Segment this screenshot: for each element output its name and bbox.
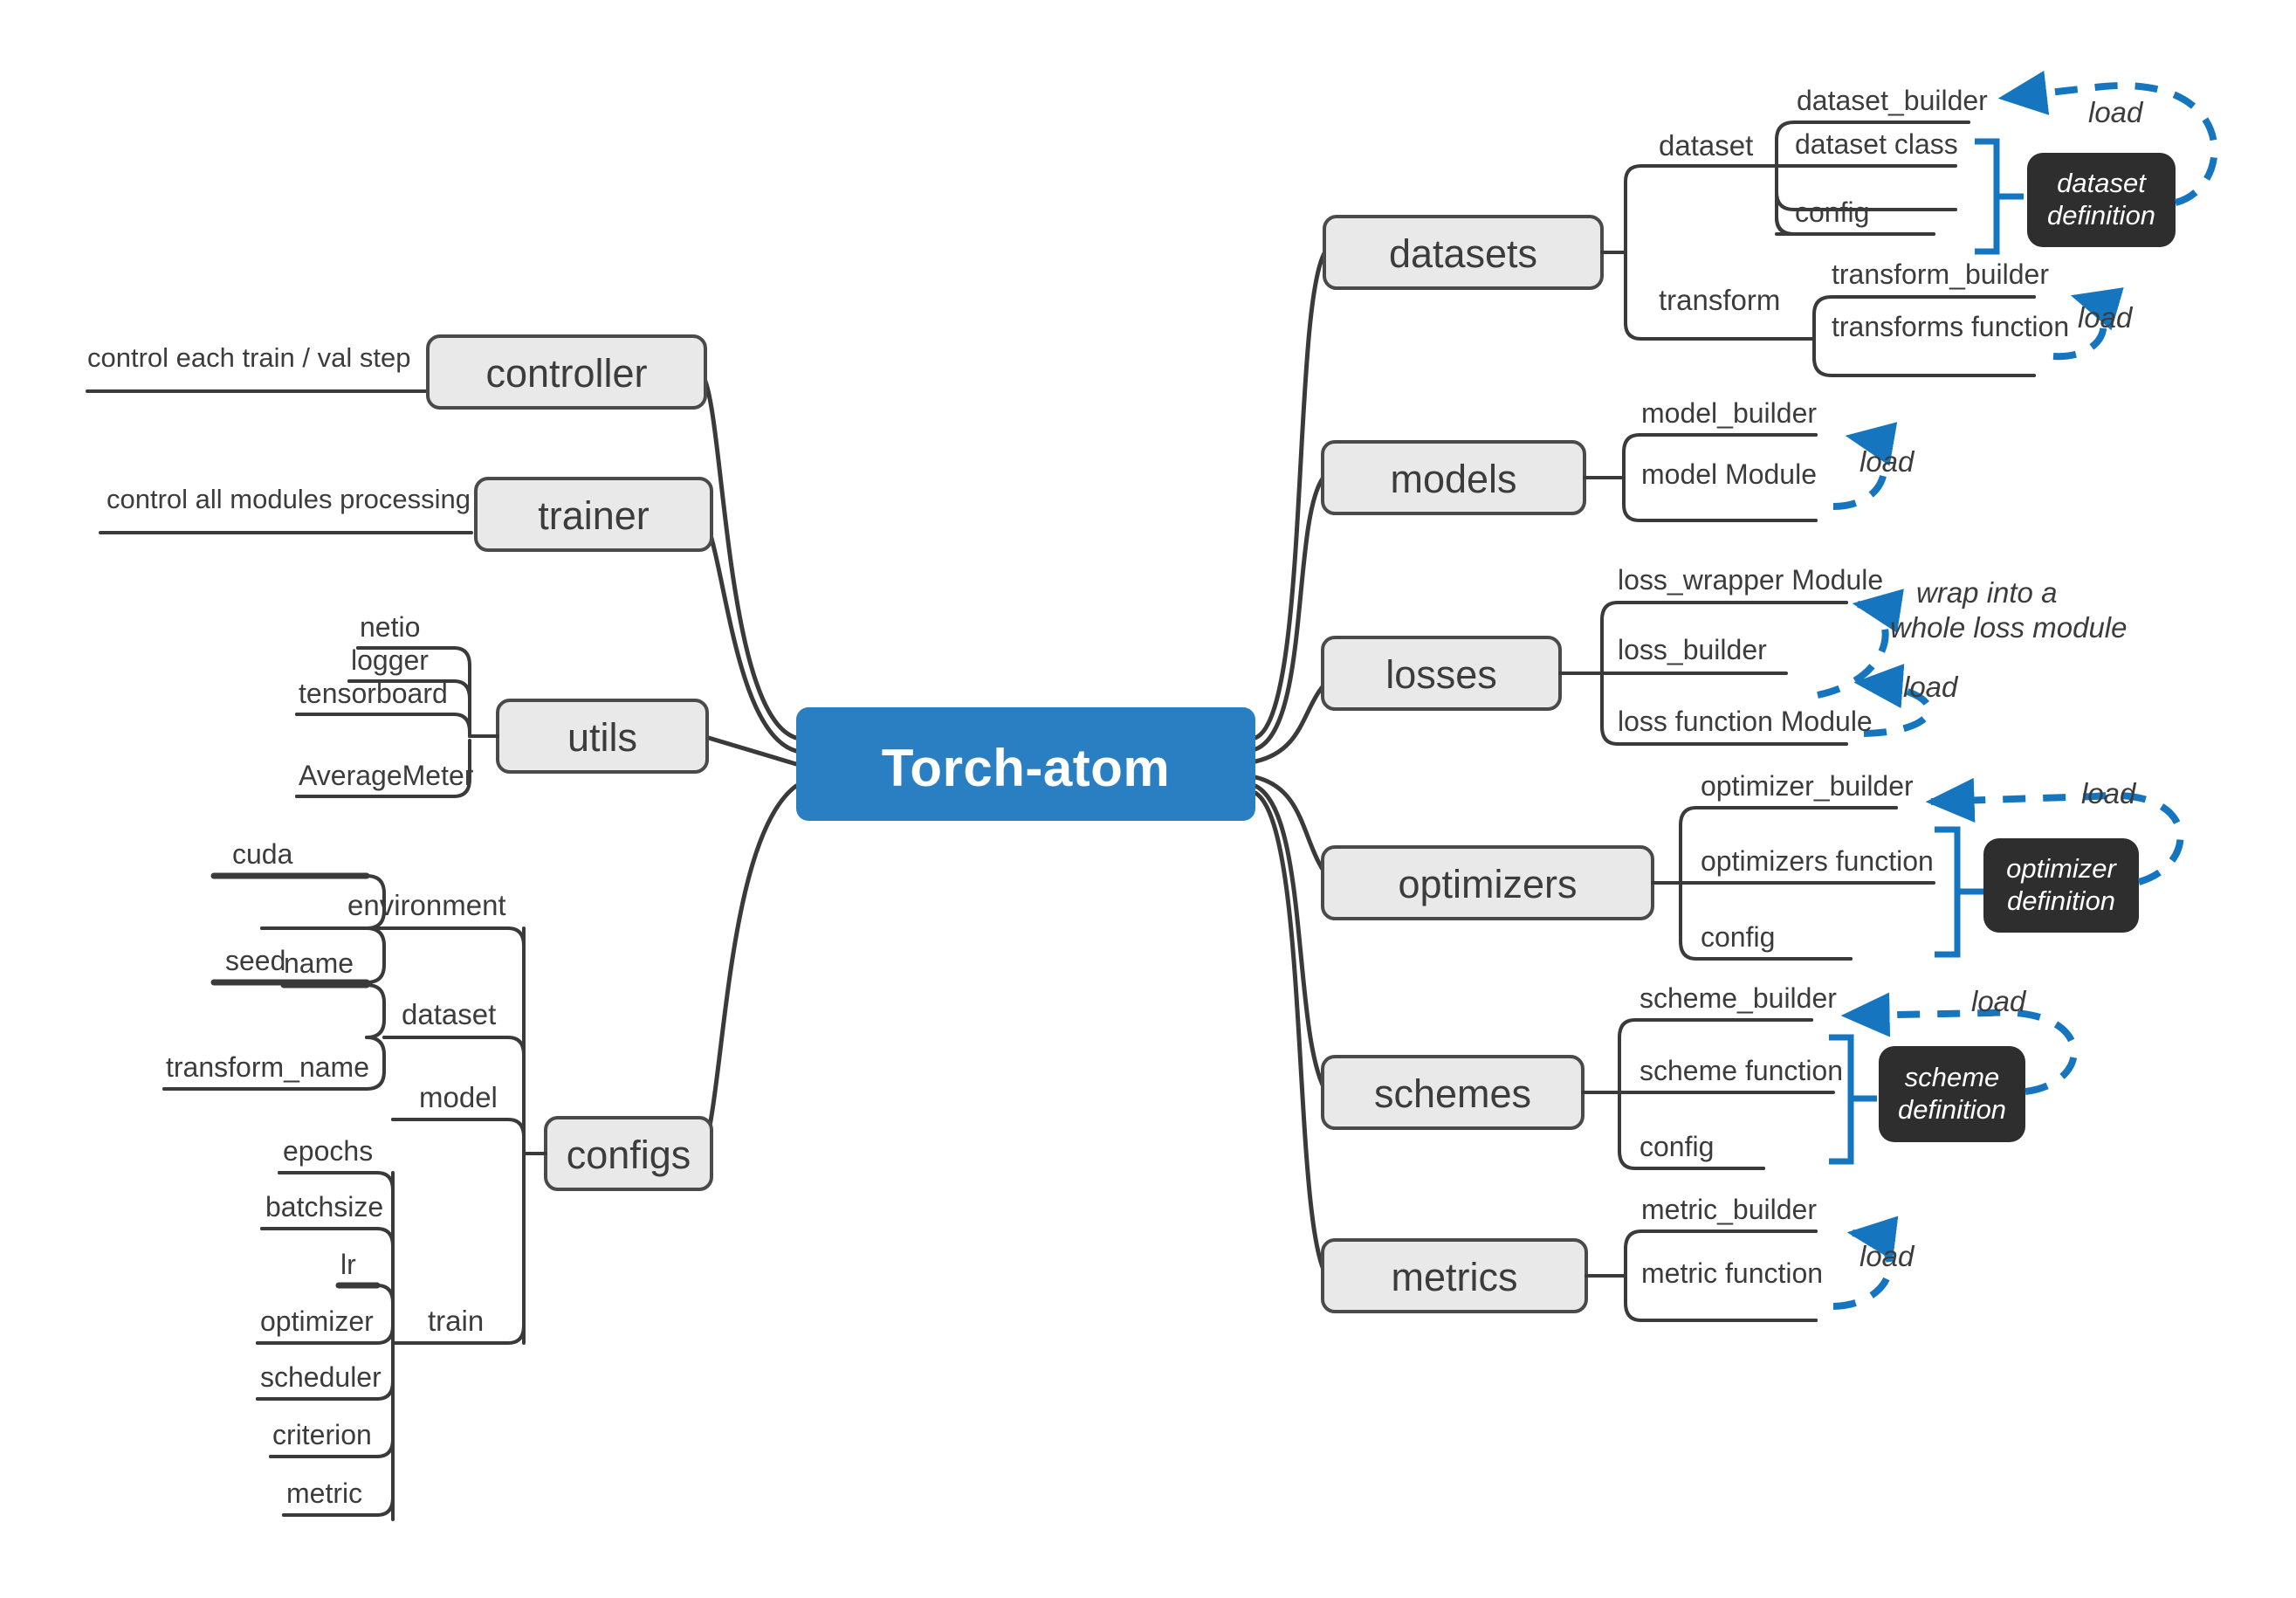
datasets-dataset-class[interactable]: dataset class bbox=[1795, 128, 1958, 161]
trainer-note: control all modules processing bbox=[107, 484, 471, 514]
node-metrics-label[interactable]: metrics bbox=[1323, 1255, 1586, 1300]
edge-configs-environment bbox=[260, 926, 526, 947]
controller-note: control each train / val step bbox=[87, 342, 411, 373]
wrap-label-line1: wrap into a bbox=[1916, 576, 2058, 609]
configs-train-optimizer[interactable]: optimizer bbox=[260, 1305, 374, 1338]
edge-configs-model bbox=[391, 1118, 526, 1139]
schemes-config[interactable]: config bbox=[1640, 1131, 1714, 1163]
configs-group-dataset[interactable]: dataset bbox=[402, 998, 496, 1031]
node-schemes-label[interactable]: schemes bbox=[1323, 1071, 1583, 1117]
edge-center-trainer bbox=[700, 513, 799, 754]
scheme-definition-label: scheme definition bbox=[1897, 1062, 2007, 1125]
configs-dataset-transform-name[interactable]: transform_name bbox=[166, 1051, 369, 1084]
losses-loss-wrapper[interactable]: loss_wrapper Module bbox=[1618, 564, 1883, 596]
load-label-scheme: load bbox=[1971, 985, 2026, 1017]
configs-train-scheduler[interactable]: scheduler bbox=[260, 1361, 382, 1394]
edge-utils-tensorboard bbox=[295, 713, 471, 738]
optimizers-config[interactable]: config bbox=[1701, 921, 1775, 954]
dataset-definition-label: dataset definition bbox=[2046, 168, 2156, 231]
blue-bracket-optimizer bbox=[1935, 826, 1961, 958]
edge-center-utils bbox=[700, 734, 799, 767]
models-model-builder[interactable]: model_builder bbox=[1641, 397, 1817, 430]
edge-configs-dataset bbox=[382, 1036, 526, 1057]
optimizer-definition-label: optimizer definition bbox=[2006, 853, 2116, 916]
configs-train-batchsize[interactable]: batchsize bbox=[265, 1191, 383, 1223]
load-label-loss: load bbox=[1903, 671, 1958, 703]
configs-env-seed[interactable]: seed bbox=[225, 945, 285, 977]
edge-train-epochs bbox=[278, 1171, 395, 1192]
node-utils-label[interactable]: utils bbox=[498, 715, 707, 761]
datasets-spine bbox=[1624, 164, 1643, 341]
connector-layer bbox=[86, 70, 2218, 1521]
load-label-dataset: load bbox=[2088, 96, 2143, 128]
node-controller-label[interactable]: controller bbox=[428, 351, 705, 396]
configs-train-criterion[interactable]: criterion bbox=[272, 1419, 372, 1451]
utils-child-netio[interactable]: netio bbox=[360, 611, 420, 644]
load-label-optimizer: load bbox=[2081, 777, 2136, 809]
load-label-model: load bbox=[1859, 445, 1914, 478]
blue-bracket-dataset bbox=[1975, 138, 2000, 255]
datasets-dataset-config[interactable]: config bbox=[1795, 196, 1869, 229]
optimizers-optimizers-function[interactable]: optimizers function bbox=[1701, 845, 1934, 878]
metrics-metric-builder[interactable]: metric_builder bbox=[1641, 1194, 1817, 1226]
utils-child-averagemeter[interactable]: AverageMeter bbox=[299, 760, 473, 792]
wrap-label-line2: whole loss module bbox=[1890, 611, 2128, 644]
node-trainer-label[interactable]: trainer bbox=[476, 493, 711, 539]
node-datasets-label[interactable]: datasets bbox=[1324, 231, 1602, 277]
utils-child-logger[interactable]: logger bbox=[351, 644, 429, 677]
node-configs-label[interactable]: configs bbox=[546, 1133, 711, 1178]
losses-loss-function[interactable]: loss function Module bbox=[1618, 706, 1873, 738]
models-model-module[interactable]: model Module bbox=[1641, 458, 1817, 491]
schemes-scheme-builder[interactable]: scheme_builder bbox=[1640, 982, 1837, 1015]
mindmap-canvas: Torch-atom control each train / val step… bbox=[0, 0, 2296, 1598]
schemes-scheme-function[interactable]: scheme function bbox=[1640, 1055, 1843, 1087]
configs-group-train[interactable]: train bbox=[428, 1305, 484, 1338]
utils-child-tensorboard[interactable]: tensorboard bbox=[299, 678, 448, 710]
node-losses-label[interactable]: losses bbox=[1323, 652, 1560, 698]
datasets-transforms-function[interactable]: transforms function bbox=[1832, 311, 2069, 343]
edge-train-batchsize bbox=[260, 1227, 395, 1248]
node-optimizers-label[interactable]: optimizers bbox=[1323, 862, 1653, 907]
configs-group-environment[interactable]: environment bbox=[347, 889, 506, 922]
load-label-metric: load bbox=[1859, 1240, 1914, 1272]
configs-train-lr[interactable]: lr bbox=[340, 1249, 356, 1281]
node-models-label[interactable]: models bbox=[1323, 457, 1585, 502]
edge-ds-bracket-top bbox=[282, 983, 386, 1039]
configs-train-metric[interactable]: metric bbox=[286, 1477, 362, 1510]
configs-env-cuda[interactable]: cuda bbox=[232, 838, 292, 871]
edge-center-configs bbox=[700, 783, 799, 1155]
losses-loss-builder[interactable]: loss_builder bbox=[1618, 634, 1767, 666]
center-node-label: Torch-atom bbox=[881, 739, 1171, 797]
datasets-dataset-builder[interactable]: dataset_builder bbox=[1797, 85, 1988, 117]
configs-dataset-name[interactable]: name bbox=[284, 947, 354, 980]
configs-train-epochs[interactable]: epochs bbox=[283, 1135, 373, 1168]
datasets-group-dataset[interactable]: dataset bbox=[1659, 129, 1753, 162]
configs-group-model[interactable]: model bbox=[419, 1081, 498, 1114]
datasets-transform-builder[interactable]: transform_builder bbox=[1832, 258, 2049, 291]
load-label-transform: load bbox=[2078, 301, 2133, 334]
datasets-group-transform[interactable]: transform bbox=[1659, 284, 1780, 317]
optimizers-optimizer-builder[interactable]: optimizer_builder bbox=[1701, 770, 1914, 802]
metrics-metric-function[interactable]: metric function bbox=[1641, 1257, 1823, 1290]
